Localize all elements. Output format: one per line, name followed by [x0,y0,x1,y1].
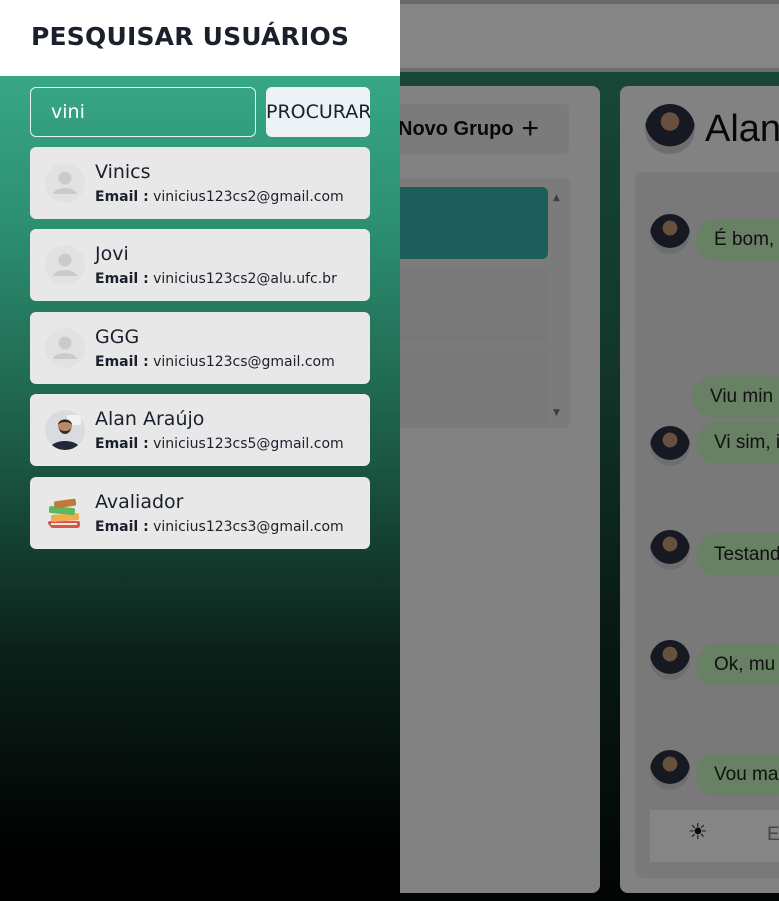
email-value: vinicius123cs5@gmail.com [153,436,344,452]
email-value: vinicius123cs@gmail.com [153,354,335,370]
user-email: Email : vinicius123cs5@gmail.com [95,436,344,452]
user-email: Email : vinicius123cs3@gmail.com [95,519,344,535]
user-name: Jovi [95,243,129,265]
email-label: Email : [95,271,149,287]
search-button[interactable]: PROCURAR [266,87,370,137]
user-name: GGG [95,326,140,348]
search-input[interactable] [30,87,256,137]
email-label: Email : [95,436,149,452]
user-name: Vinics [95,161,151,183]
default-user-icon [45,163,85,203]
default-user-icon [45,245,85,285]
drawer-header: PESQUISAR USUÁRIOS [0,0,400,76]
user-result-item[interactable]: Alan Araújo Email : vinicius123cs5@gmail… [30,394,370,466]
default-user-icon [45,328,85,368]
user-result-item[interactable]: Jovi Email : vinicius123cs2@alu.ufc.br [30,229,370,301]
books-icon [45,493,85,533]
email-label: Email : [95,189,149,205]
email-value: vinicius123cs3@gmail.com [153,519,344,535]
user-name: Avaliador [95,491,184,513]
profile-photo-icon [45,410,85,450]
user-name: Alan Araújo [95,408,205,430]
search-users-drawer: PESQUISAR USUÁRIOS PROCURAR Vinics Email… [0,0,400,901]
email-label: Email : [95,354,149,370]
user-email: Email : vinicius123cs2@alu.ufc.br [95,271,337,287]
user-result-item[interactable]: Avaliador Email : vinicius123cs3@gmail.c… [30,477,370,549]
email-value: vinicius123cs2@alu.ufc.br [153,271,337,287]
user-result-item[interactable]: Vinics Email : vinicius123cs2@gmail.com [30,147,370,219]
user-email: Email : vinicius123cs@gmail.com [95,354,335,370]
user-result-item[interactable]: GGG Email : vinicius123cs@gmail.com [30,312,370,384]
user-email: Email : vinicius123cs2@gmail.com [95,189,344,205]
email-label: Email : [95,519,149,535]
drawer-title: PESQUISAR USUÁRIOS [31,22,350,51]
email-value: vinicius123cs2@gmail.com [153,189,344,205]
